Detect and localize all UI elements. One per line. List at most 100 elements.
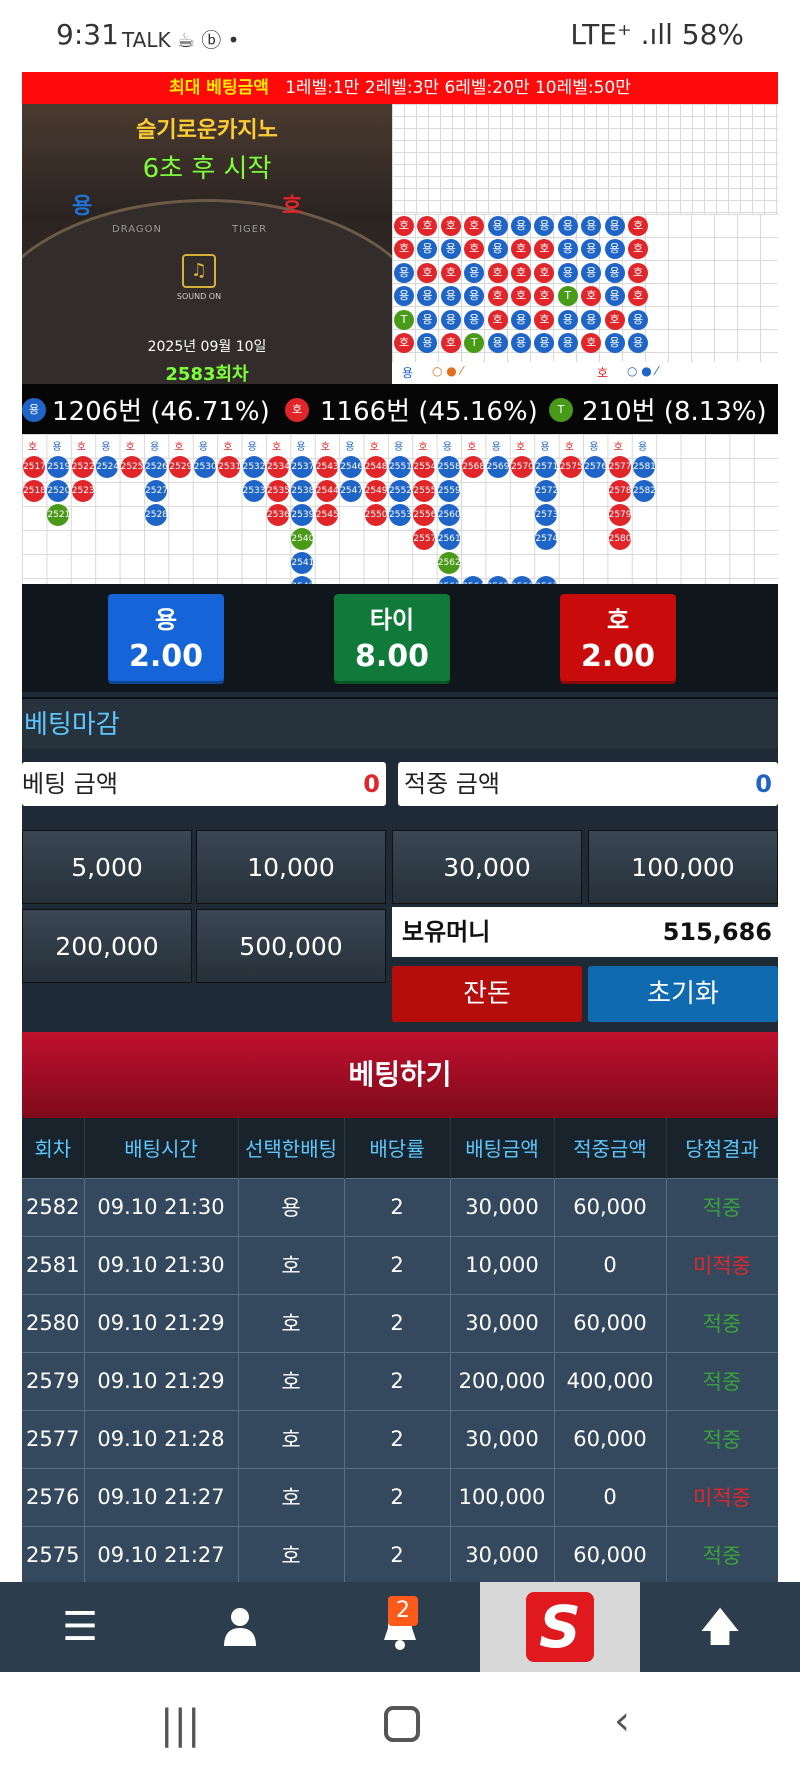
bead-road-cell: 용 (464, 262, 485, 283)
bet-amount-label: 베팅 금액 (22, 770, 118, 798)
big-road-header-mark: 용 (491, 442, 501, 453)
big-road-cell: 2555 (413, 480, 436, 502)
table-cell: 30,000 (450, 1293, 555, 1352)
big-road-cell: 2561 (437, 528, 461, 550)
big-road-cell: 2556 (413, 504, 436, 526)
place-bet-button[interactable]: 베팅하기 (22, 1032, 778, 1118)
bead-road-cell: 용 (417, 239, 438, 260)
big-road-cell: 2579 (608, 504, 632, 526)
big-road-cell: 2552 (389, 480, 412, 502)
live-video[interactable]: 슬기로운카지노 6초 후 시작 용 호 DRAGON TIGER ♫ SOUND… (22, 104, 392, 384)
big-road-cell: 2574 (535, 528, 558, 550)
sound-icon[interactable]: ♫ (182, 254, 216, 288)
big-road-cell: 2546 (340, 456, 363, 478)
status-left-icons: TALK ☕ ⓑ • (122, 28, 240, 52)
big-road-cell: 2523 (71, 480, 95, 502)
tiger-bet-button[interactable]: 호 2.00 (560, 594, 676, 684)
betting-closed-text: 베팅마감 (22, 697, 778, 749)
tie-odds-value: 8.00 (354, 639, 430, 674)
bead-road-cell: 호 (394, 239, 414, 260)
bead-road-cell: 호 (581, 333, 602, 353)
big-road-header-mark: 용 (198, 442, 208, 453)
dragon-stat-icon: 용 (22, 398, 46, 422)
bead-road-cell: 호 (394, 216, 414, 236)
site-logo[interactable]: S (480, 1582, 640, 1672)
scroll-top-icon[interactable]: 🡅 (640, 1582, 800, 1672)
bead-road-cell: 용 (557, 309, 578, 330)
table-cell: 09.10 21:29 (84, 1293, 239, 1352)
user-icon[interactable] (160, 1582, 320, 1672)
recent-apps-icon[interactable]: ||| (160, 1702, 200, 1748)
table-row: 2581 09.10 21:30 호 2 10,000 0 미적중 (22, 1235, 778, 1294)
table-row: 2582 09.10 21:30 용 2 30,000 60,000 적중 (22, 1177, 778, 1236)
chip-10000[interactable]: 10,000 (196, 830, 386, 904)
legend-dragon-ask-icon[interactable]: ○ ● ⁄ (432, 364, 463, 378)
big-road-cell: 2582 (633, 480, 656, 502)
menu-icon[interactable]: ☰ (0, 1582, 160, 1672)
bead-road-cell: 용 (557, 333, 578, 353)
tiger-stat: 1166번 (45.16%) (320, 397, 538, 427)
chip-5000[interactable]: 5,000 (22, 830, 192, 904)
table-cell: 적중 (666, 1351, 778, 1410)
big-road-header-mark: 호 (125, 442, 135, 453)
big-road-header-mark: 용 (638, 442, 648, 453)
big-road-cell: 2545 (315, 504, 339, 526)
change-button[interactable]: 잔돈 (392, 966, 582, 1022)
big-road-header-mark: 용 (52, 442, 62, 453)
table-cell: 60,000 (554, 1177, 667, 1236)
back-icon[interactable]: ‹ (614, 1698, 630, 1744)
bet-history: 회차 배팅시간 선택한배팅 배당률 배팅금액 적중금액 당첨결과 2582 09.10 21:… (22, 1118, 778, 1582)
big-road-cell: 2558 (437, 456, 461, 478)
notice-label: 최대 베팅금액 (169, 78, 269, 98)
bead-road-cell: T (557, 286, 578, 307)
table-cell: 호 (238, 1525, 345, 1582)
bead-road-cell: 용 (604, 262, 625, 283)
table-cell: 호 (238, 1235, 345, 1294)
bead-road-cell: 용 (417, 309, 438, 330)
big-road-cell: 2540 (291, 528, 314, 550)
tie-bet-button[interactable]: 타이 8.00 (334, 594, 450, 684)
table-cell: 2575 (22, 1525, 85, 1582)
chip-500000[interactable]: 500,000 (196, 909, 386, 983)
big-road-cell: 2527 (145, 480, 168, 502)
home-icon[interactable] (384, 1706, 420, 1742)
dragon-stat: 1206번 (46.71%) (52, 397, 270, 427)
big-road-header-mark: 용 (589, 442, 599, 453)
big-road-cell: 2571 (535, 456, 558, 478)
big-road-cell: 2529 (169, 456, 192, 478)
big-road-header-mark: 호 (613, 442, 623, 453)
table-cell: 적중 (666, 1409, 778, 1468)
legend-tiger-ask-icon[interactable]: ○ ● ⁄ (627, 364, 658, 378)
big-road-cell: 2575 (559, 456, 583, 478)
reset-button[interactable]: 초기화 (588, 966, 778, 1022)
bet-amount-value: 0 (363, 770, 380, 798)
dragon-bet-button[interactable]: 용 2.00 (108, 594, 224, 684)
big-road-cell: 2521 (47, 504, 70, 526)
history-header-cell: 배팅금액 (450, 1118, 555, 1178)
table-cell: 적중 (666, 1525, 778, 1582)
table-cell: 60,000 (554, 1293, 667, 1352)
big-road-cell: 2573 (535, 504, 558, 526)
road-legend: 용 ○ ● ⁄ 호 ○ ● ⁄ (392, 362, 778, 384)
big-road-cell: 2562 (437, 552, 461, 574)
bead-road-cell: 용 (394, 286, 414, 307)
chip-200000[interactable]: 200,000 (22, 909, 192, 983)
dragon-odds-value: 2.00 (128, 639, 204, 674)
chip-100000[interactable]: 100,000 (588, 830, 778, 904)
chip-30000[interactable]: 30,000 (392, 830, 582, 904)
big-road-cell: 2518 (23, 480, 46, 502)
bead-road: 호호용용T호호용호용용용호용호용용호호호용용용T용용호호호용용호호호용용용호호호… (392, 214, 778, 362)
big-road-cell: 2569 (486, 456, 510, 478)
table-row: 2575 09.10 21:27 호 2 30,000 60,000 적중 (22, 1525, 778, 1582)
table-row: 2580 09.10 21:29 호 2 30,000 60,000 적중 (22, 1293, 778, 1352)
bead-road-cell: 호 (511, 286, 531, 307)
bead-road-cell: 용 (487, 239, 508, 260)
big-road-header-mark: 호 (223, 442, 233, 453)
bead-road-cell: 용 (487, 333, 508, 353)
bead-road-cell: 호 (511, 262, 531, 283)
table-cell: 60,000 (554, 1409, 667, 1468)
big-road-cell: 2524 (96, 456, 119, 478)
bead-road-cell: 용 (557, 216, 578, 236)
big-road-cell: 2551 (389, 456, 412, 478)
bead-road-cell: 용 (394, 262, 414, 283)
